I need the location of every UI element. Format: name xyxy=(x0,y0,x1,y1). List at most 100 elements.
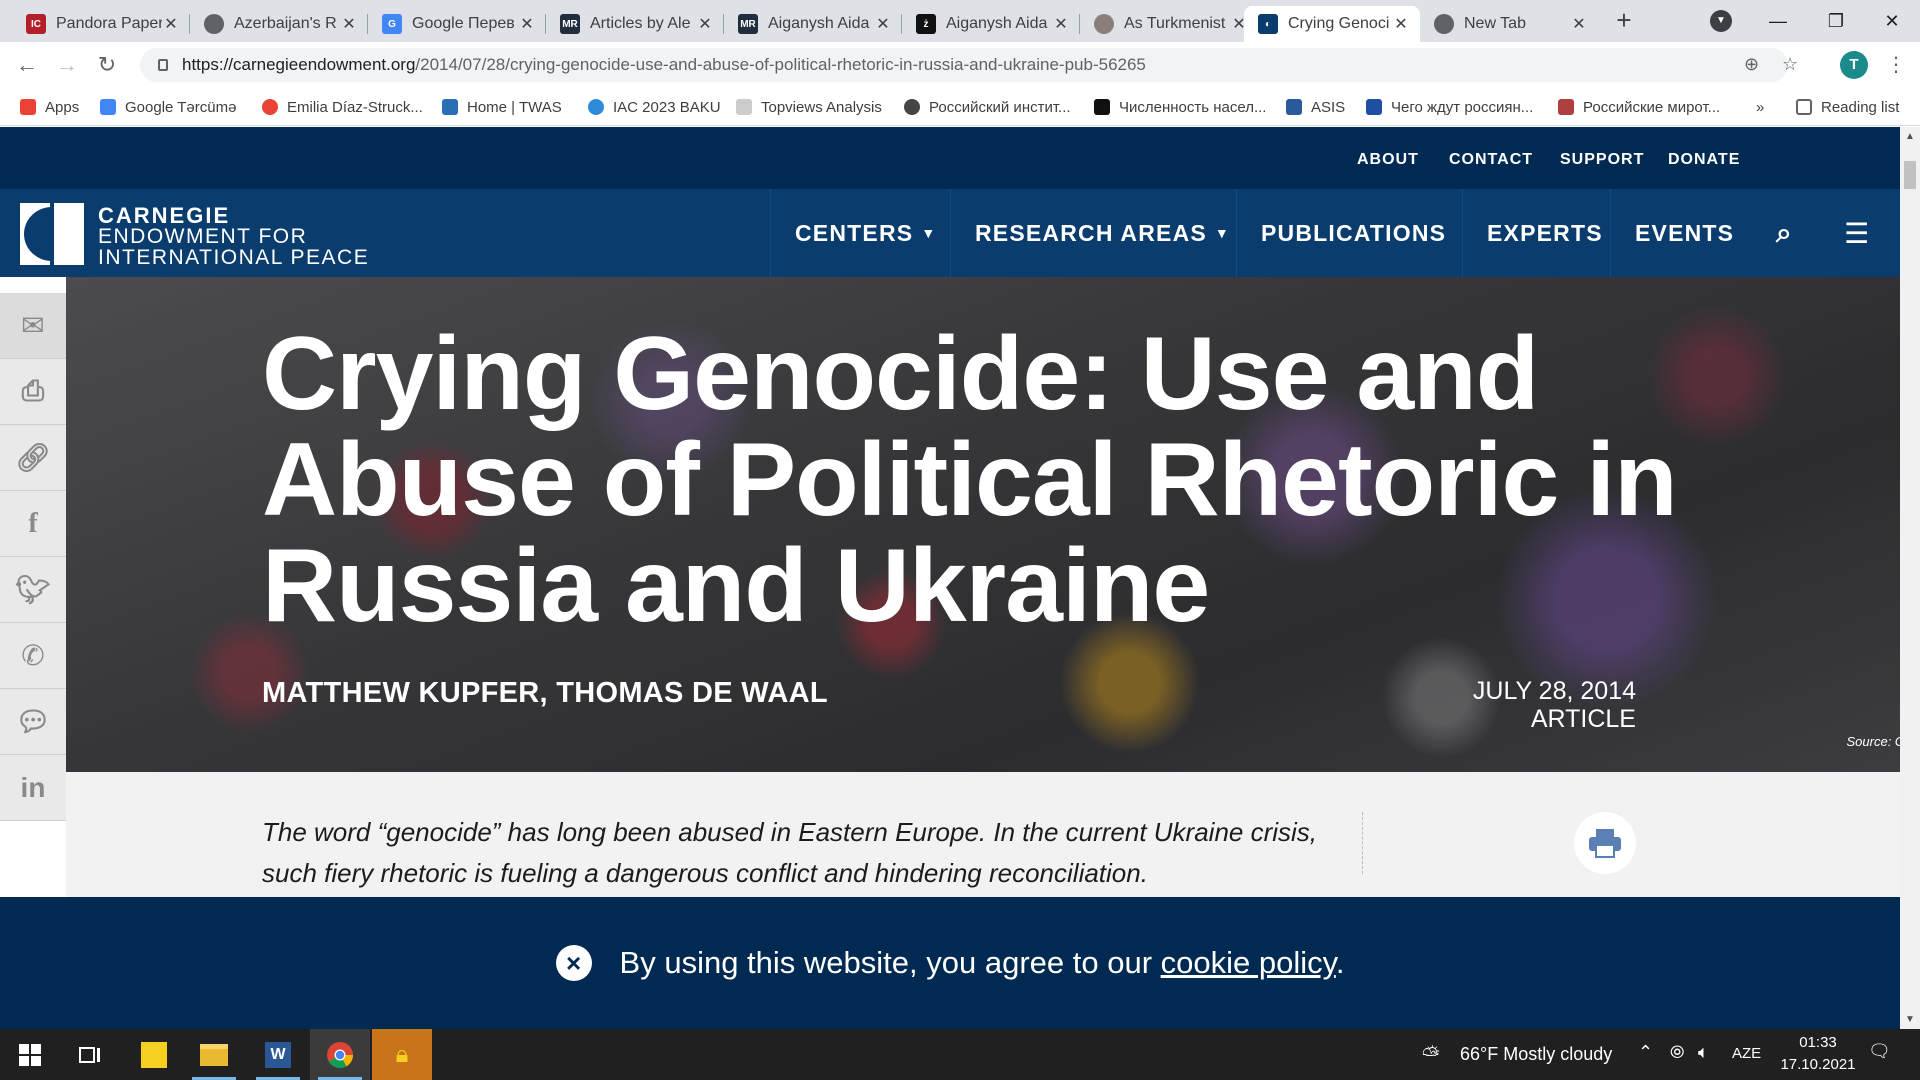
twitter-share-button[interactable]: 🐦︎ xyxy=(0,557,66,623)
chrome-app[interactable] xyxy=(310,1029,370,1080)
bookmark-item[interactable]: Российский инстит... xyxy=(904,97,1071,117)
network-icon[interactable]: ⦾ xyxy=(1670,1042,1684,1063)
copy-link-button[interactable]: 🔗︎ xyxy=(0,425,66,491)
article-authors[interactable]: MATTHEW KUPFER, THOMAS DE WAAL xyxy=(262,677,828,710)
word-app[interactable]: W xyxy=(248,1029,308,1080)
bookmark-item[interactable]: Home | TWAS xyxy=(442,97,562,117)
vpn-app[interactable]: 🔒︎ xyxy=(372,1029,432,1080)
facebook-share-button[interactable]: f xyxy=(0,491,66,557)
search-icon[interactable]: ⌕ xyxy=(1776,217,1792,250)
tab-title: Aiganysh Aida xyxy=(946,15,1048,32)
print-button[interactable]: ⎙ xyxy=(0,359,66,425)
image-source: Source: Getty xyxy=(1846,734,1900,749)
forward-icon[interactable]: → xyxy=(52,50,82,80)
clock-time[interactable]: 01:33 xyxy=(1776,1034,1860,1051)
bookmark-item[interactable]: Российские мирот... xyxy=(1558,97,1720,117)
twitter-icon: 🐦︎ xyxy=(15,574,51,605)
browser-tab[interactable]: MR Aiganysh Aida ✕ xyxy=(724,6,902,42)
nav-research-areas[interactable]: RESEARCH AREAS ▼ xyxy=(950,189,1254,277)
site-logo-text[interactable]: CARNEGIE ENDOWMENT FOR INTERNATIONAL PEA… xyxy=(98,205,369,269)
bookmark-item[interactable]: Topviews Analysis xyxy=(736,97,882,117)
lock-icon[interactable] xyxy=(158,59,168,71)
close-tab-icon[interactable]: ✕ xyxy=(1052,14,1070,34)
nav-experts[interactable]: EXPERTS xyxy=(1462,189,1627,277)
reading-list-icon xyxy=(1796,99,1812,115)
cookie-policy-link[interactable]: cookie policy xyxy=(1161,945,1336,980)
zoom-icon[interactable]: ⊕ xyxy=(1744,54,1759,75)
browser-tab[interactable]: MR Articles by Ale ✕ xyxy=(546,6,724,42)
weather-icon[interactable]: ⛅︎ xyxy=(1422,1042,1440,1068)
clock-date[interactable]: 17.10.2021 xyxy=(1776,1056,1860,1073)
carnegie-logo-icon[interactable] xyxy=(20,203,84,265)
donate-link[interactable]: DONATE xyxy=(1668,151,1740,169)
close-tab-icon[interactable]: ✕ xyxy=(696,14,714,34)
bookmark-item[interactable]: Google Tərcümə xyxy=(100,97,236,117)
reload-icon[interactable]: ↻ xyxy=(92,50,122,80)
language-indicator[interactable]: AZE xyxy=(1732,1045,1761,1062)
bookmark-item[interactable]: Чего ждут россиян... xyxy=(1366,97,1533,117)
hamburger-menu-icon[interactable]: ☰ xyxy=(1844,217,1869,250)
minimize-icon[interactable]: — xyxy=(1748,0,1808,42)
bookmark-item[interactable]: ASIS xyxy=(1286,97,1345,117)
browser-tab[interactable]: Azerbaijan's R ✕ xyxy=(190,6,368,42)
icij-favicon-icon: IC xyxy=(26,14,46,34)
browser-tab[interactable]: IC Pandora Paper ✕ xyxy=(12,6,190,42)
start-button[interactable] xyxy=(0,1029,60,1080)
mr-favicon-icon: MR xyxy=(738,14,758,34)
email-share-button[interactable]: ✉ xyxy=(0,293,66,359)
messenger-share-button[interactable]: 💬︎ xyxy=(0,689,66,755)
browser-tab[interactable]: As Turkmenist ✕ xyxy=(1080,6,1258,42)
weather-text[interactable]: 66°F Mostly cloudy xyxy=(1460,1044,1612,1065)
bookmark-star-icon[interactable]: ☆ xyxy=(1782,54,1798,75)
nav-centers[interactable]: CENTERS ▼ xyxy=(770,189,960,277)
restore-icon[interactable]: ❐ xyxy=(1806,0,1866,42)
close-cookie-banner-icon[interactable]: × xyxy=(555,945,592,981)
close-tab-icon[interactable]: ✕ xyxy=(162,14,180,34)
new-tab-button[interactable]: + xyxy=(1610,6,1638,34)
reading-list[interactable]: Reading list xyxy=(1796,97,1899,117)
chevron-up-icon[interactable]: ⌃ xyxy=(1638,1042,1653,1063)
close-tab-icon[interactable]: ✕ xyxy=(518,14,536,34)
task-view-button[interactable] xyxy=(60,1029,120,1080)
scroll-down-icon[interactable]: ▼ xyxy=(1905,1014,1915,1025)
tab-title: Azerbaijan's R xyxy=(234,15,337,32)
more-bookmarks-icon[interactable]: » xyxy=(1756,97,1764,117)
notifications-icon[interactable]: 🗨︎ xyxy=(1868,1041,1891,1062)
close-tab-icon[interactable]: ✕ xyxy=(1570,14,1588,34)
bookmark-apps[interactable]: Apps xyxy=(20,97,79,117)
bookmark-item[interactable]: IAC 2023 BAKU xyxy=(588,97,721,117)
browser-menu-icon[interactable]: ⋮ xyxy=(1886,52,1906,77)
contact-link[interactable]: CONTACT xyxy=(1449,151,1533,169)
bookmark-item[interactable]: Численность насел... xyxy=(1094,97,1266,117)
nav-publications[interactable]: PUBLICATIONS xyxy=(1236,189,1470,277)
scrollbar-thumb[interactable] xyxy=(1904,161,1916,189)
file-explorer-app[interactable] xyxy=(184,1029,244,1080)
page-scrollbar[interactable]: ▲ ▼ xyxy=(1900,127,1920,1029)
back-icon[interactable]: ← xyxy=(12,50,42,80)
whatsapp-icon: ✆ xyxy=(21,640,45,671)
print-icon: ⎙ xyxy=(21,375,45,406)
volume-icon[interactable]: 🔈︎ xyxy=(1698,1042,1709,1063)
sticky-notes-app[interactable] xyxy=(124,1029,184,1080)
address-bar[interactable]: https://carnegieendowment.org/2014/07/28… xyxy=(140,48,1798,82)
bookmark-item[interactable]: Emilia Díaz-Struck... xyxy=(262,97,423,117)
browser-tab[interactable]: New Tab ✕ xyxy=(1420,6,1598,42)
linkedin-share-button[interactable]: in xyxy=(0,755,66,821)
email-icon: ✉ xyxy=(21,310,45,341)
close-tab-icon[interactable]: ✕ xyxy=(874,14,892,34)
url-text[interactable]: https://carnegieendowment.org/2014/07/28… xyxy=(182,55,1146,75)
nav-events[interactable]: EVENTS xyxy=(1610,189,1758,277)
browser-tab[interactable]: ż Aiganysh Aida ✕ xyxy=(902,6,1080,42)
about-link[interactable]: ABOUT xyxy=(1357,151,1419,169)
profile-avatar[interactable]: T xyxy=(1840,51,1868,79)
tab-search-icon[interactable]: ▼ xyxy=(1710,10,1732,32)
close-window-icon[interactable]: ✕ xyxy=(1862,0,1920,42)
scroll-up-icon[interactable]: ▲ xyxy=(1905,131,1915,142)
browser-tab[interactable]: G Google Перев ✕ xyxy=(368,6,546,42)
close-tab-icon[interactable]: ✕ xyxy=(340,14,358,34)
support-link[interactable]: SUPPORT xyxy=(1560,151,1644,169)
browser-tab-active[interactable]: ◐ Crying Genoci ✕ xyxy=(1244,6,1420,42)
close-tab-icon[interactable]: ✕ xyxy=(1392,14,1410,34)
whatsapp-share-button[interactable]: ✆ xyxy=(0,623,66,689)
print-pdf-button[interactable] xyxy=(1574,812,1636,874)
